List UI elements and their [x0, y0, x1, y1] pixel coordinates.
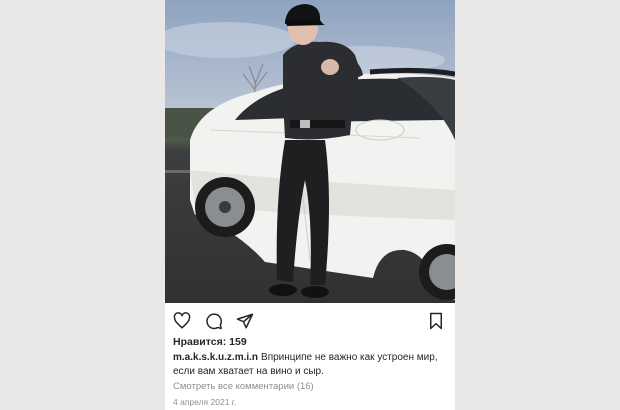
post-caption: m.a.k.s.k.u.z.m.i.n Впринципе не важно ка…	[173, 351, 447, 379]
instagram-post: Нравится: 159 m.a.k.s.k.u.z.m.i.n Впринци…	[165, 0, 455, 410]
send-icon[interactable]	[236, 312, 254, 330]
bookmark-icon[interactable]	[427, 312, 445, 330]
comment-icon[interactable]	[205, 312, 223, 330]
likes-number: 159	[229, 336, 247, 348]
username-link[interactable]: m.a.k.s.k.u.z.m.i.n	[173, 352, 258, 363]
likes-count[interactable]: Нравится: 159	[173, 336, 247, 348]
view-comments-link[interactable]: Смотреть все комментарии (16)	[173, 381, 314, 392]
heart-icon[interactable]	[173, 312, 191, 330]
post-photo[interactable]	[165, 0, 455, 303]
post-actions-bar	[165, 303, 455, 337]
likes-label: Нравится:	[173, 336, 227, 348]
post-date: 4 апреля 2021 г.	[173, 397, 237, 407]
photo-illustration	[165, 4, 455, 300]
